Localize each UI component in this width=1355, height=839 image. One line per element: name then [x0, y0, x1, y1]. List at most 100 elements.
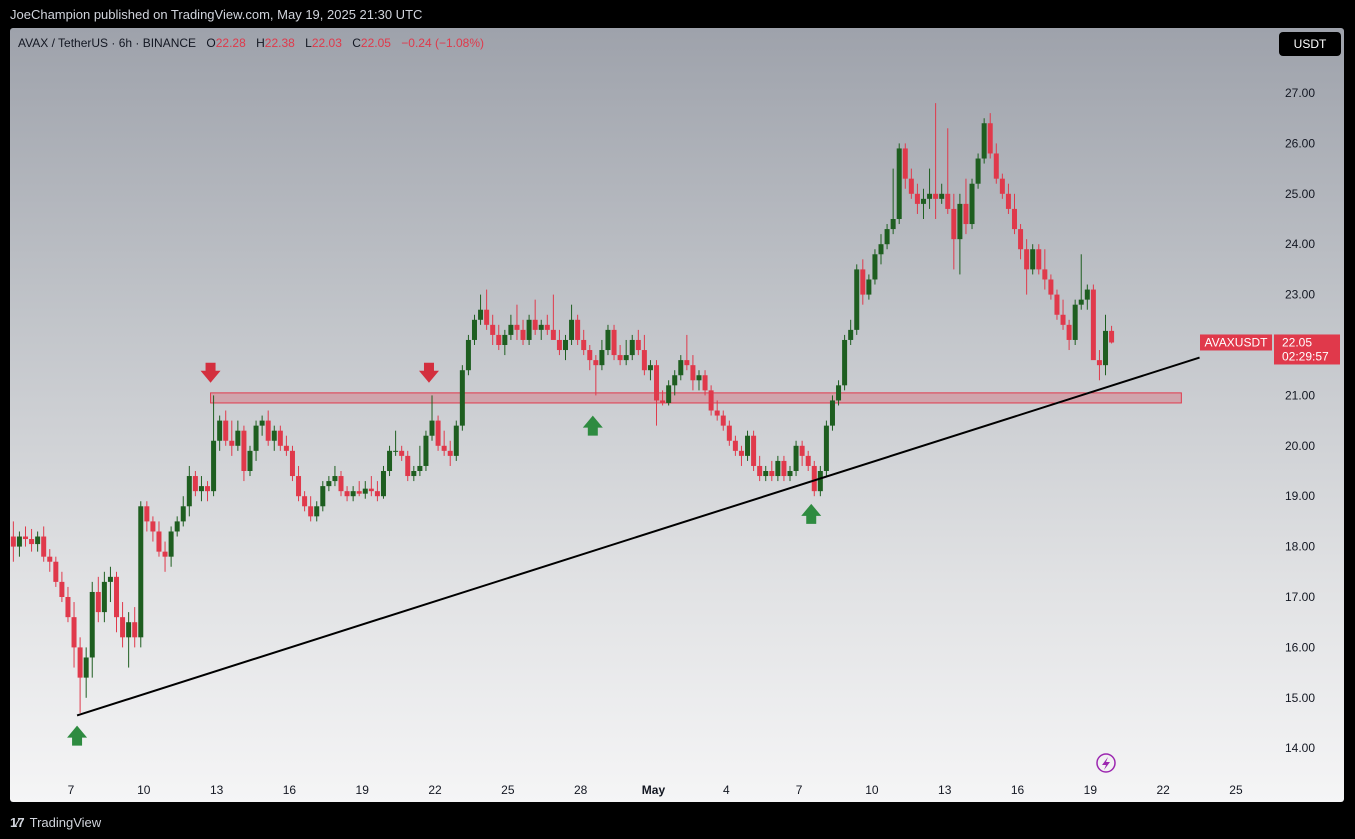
candle-body — [678, 360, 684, 376]
candle-body — [417, 465, 423, 471]
publisher-text: JoeChampion published on TradingView.com… — [10, 7, 423, 22]
candle-body — [393, 450, 399, 452]
candle-body — [459, 370, 465, 426]
candle-body — [211, 440, 217, 492]
arrow-up-icon — [67, 725, 88, 746]
high-label: H — [256, 36, 265, 50]
y-tick-label: 21.00 — [1285, 388, 1315, 402]
candle-body — [186, 476, 192, 507]
candle-body — [162, 551, 168, 557]
x-tick-label: May — [642, 783, 666, 797]
x-tick-label: 22 — [428, 783, 442, 797]
candle-body — [993, 153, 999, 179]
tradingview-brand[interactable]: 1∕7 TradingView — [10, 815, 101, 830]
candle-body — [939, 193, 945, 199]
candle-body — [296, 476, 302, 497]
candle-body — [854, 269, 860, 330]
candle-body — [16, 536, 22, 547]
currency-button[interactable]: USDT — [1279, 32, 1341, 56]
candle-body — [787, 471, 793, 477]
candle-body — [556, 339, 562, 351]
candle-body — [514, 324, 520, 330]
candle-body — [629, 339, 635, 356]
candle-body — [277, 430, 283, 446]
candle-body — [920, 198, 926, 204]
candle-body — [59, 581, 65, 597]
y-tick-label: 18.00 — [1285, 540, 1315, 554]
candle-body — [192, 476, 198, 492]
candle-body — [374, 491, 380, 497]
y-tick-label: 14.00 — [1285, 741, 1315, 755]
x-tick-label: 7 — [796, 783, 803, 797]
x-tick-label: 7 — [68, 783, 75, 797]
candle-body — [751, 435, 757, 466]
x-tick-label: 10 — [137, 783, 151, 797]
candle-body — [265, 420, 271, 441]
price-chart[interactable]: 14.00 15.00 16.00 17.00 18.00 19.00 20.00 21.00… — [10, 28, 1344, 802]
candle-body — [908, 178, 914, 194]
candle-body — [478, 309, 484, 320]
candle-body — [933, 193, 939, 199]
y-tick-label: 23.00 — [1285, 288, 1315, 302]
candle-body — [344, 491, 350, 497]
candle-body — [198, 486, 204, 492]
candle-body — [732, 440, 738, 451]
candle-body — [1066, 324, 1072, 340]
candle-body — [453, 425, 459, 456]
candle-body — [35, 536, 41, 545]
candle-body — [1084, 289, 1090, 300]
candle-body — [945, 193, 951, 209]
symbol-title[interactable]: AVAX / TetherUS · 6h · BINANCE — [18, 36, 196, 50]
candle-body — [902, 148, 908, 179]
candle-body — [836, 385, 842, 401]
tradingview-logo-icon: 1∕7 — [10, 815, 25, 830]
candle-body — [289, 450, 295, 477]
x-tick-label: 22 — [1156, 783, 1170, 797]
candle-body — [332, 476, 338, 482]
y-tick-label: 26.00 — [1285, 136, 1315, 150]
candle-body — [520, 329, 526, 340]
publisher-bar: JoeChampion published on TradingView.com… — [0, 0, 1355, 28]
arrow-down-icon — [200, 362, 221, 383]
candle-body — [132, 622, 138, 638]
candle-body — [708, 390, 714, 411]
candle-body — [1109, 330, 1115, 343]
low-value: 22.03 — [311, 36, 342, 50]
candle-body — [1048, 279, 1054, 295]
x-tick-label: 25 — [1229, 783, 1243, 797]
lightning-bolt-icon — [1102, 757, 1110, 770]
candle-body — [247, 450, 253, 471]
candle-body — [259, 420, 265, 426]
candle-body — [368, 488, 374, 492]
footer-bar: 1∕7 TradingView — [0, 805, 1355, 839]
candle-body — [496, 334, 502, 345]
arrow-up-icon — [801, 503, 822, 524]
candle-body — [890, 219, 896, 230]
candle-body — [1072, 304, 1078, 340]
candle-body — [914, 193, 920, 204]
last-price-label: 22.05 — [1282, 335, 1312, 349]
candle-body — [101, 581, 107, 613]
candle-body — [29, 539, 35, 545]
candle-body — [241, 430, 247, 471]
candle-body — [793, 445, 799, 471]
candle-body — [951, 208, 957, 240]
candle-body — [138, 506, 144, 638]
candle-body — [587, 350, 593, 361]
chart-panel[interactable]: 14.00 15.00 16.00 17.00 18.00 19.00 20.00 21.00… — [10, 28, 1344, 802]
candle-body — [387, 450, 393, 471]
candle-body — [502, 334, 508, 345]
candle-body — [53, 561, 59, 582]
x-tick-label: 28 — [574, 783, 588, 797]
y-tick-label: 20.00 — [1285, 439, 1315, 453]
candle-body — [811, 465, 817, 492]
candle-body — [927, 193, 933, 199]
resistance-zone[interactable] — [210, 392, 1182, 404]
candle-body — [1090, 289, 1096, 361]
candle-body — [41, 536, 47, 557]
candle-body — [107, 576, 113, 582]
open-value: 22.28 — [215, 36, 246, 50]
trendline[interactable] — [76, 356, 1200, 717]
candle-body — [896, 148, 902, 219]
candle-body — [884, 229, 890, 245]
